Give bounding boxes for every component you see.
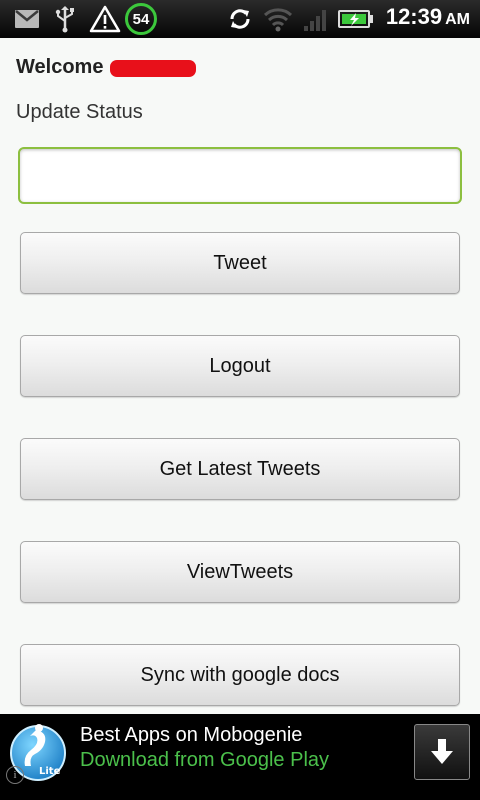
- ad-info-icon[interactable]: i: [6, 766, 24, 784]
- warning-icon: [88, 0, 122, 38]
- sync-icon: [226, 0, 254, 38]
- ad-banner[interactable]: Lite i Best Apps on Mobogenie Download f…: [0, 714, 480, 800]
- clock-ampm: AM: [445, 11, 470, 28]
- get-latest-tweets-button[interactable]: Get Latest Tweets: [20, 438, 460, 500]
- notification-count: 54: [125, 3, 157, 35]
- logout-button[interactable]: Logout: [20, 335, 460, 397]
- signal-icon: [300, 0, 332, 38]
- clock-time: 12:39: [385, 4, 443, 29]
- gmail-icon: [12, 0, 42, 38]
- tweet-button[interactable]: Tweet: [20, 232, 460, 294]
- usb-icon: [52, 0, 78, 38]
- redacted-username: [110, 60, 196, 77]
- ad-subtitle: Download from Google Play: [80, 749, 330, 771]
- sync-google-docs-button[interactable]: Sync with google docs: [20, 644, 460, 706]
- welcome-label: Welcome: [16, 56, 104, 78]
- status-input[interactable]: [18, 147, 462, 204]
- battery-charging-icon: [336, 0, 376, 38]
- status-bar: 54 12:39 AM: [0, 0, 480, 38]
- lite-badge: Lite: [39, 766, 61, 777]
- view-tweets-button[interactable]: ViewTweets: [20, 541, 460, 603]
- notification-count-icon: 54: [124, 0, 158, 38]
- wifi-icon: [260, 0, 296, 38]
- update-status-label: Update Status: [16, 101, 143, 123]
- ad-title: Best Apps on Mobogenie: [80, 724, 303, 746]
- ad-download-button[interactable]: [414, 724, 470, 780]
- clock: 12:39 AM: [386, 4, 470, 30]
- download-arrow-icon: [431, 739, 453, 764]
